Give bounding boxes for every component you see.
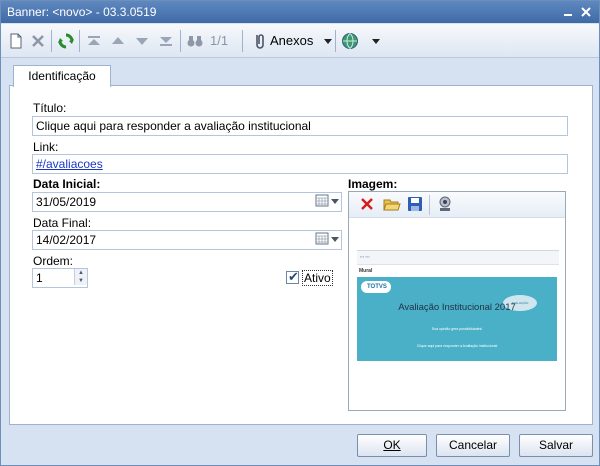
delete-icon[interactable] xyxy=(29,32,47,50)
title-field[interactable]: Clique aqui para responder a avaliação i… xyxy=(32,116,568,136)
banner-title: Avaliação Institucional 2017 xyxy=(398,302,516,313)
end-date-picker[interactable]: 14/02/2017 xyxy=(32,230,342,250)
next-record-icon[interactable] xyxy=(133,32,151,50)
start-date-field[interactable]: 31/05/2019 xyxy=(32,192,342,212)
active-checkbox[interactable]: ✔ xyxy=(286,269,299,284)
save-button[interactable]: Salvar xyxy=(519,434,593,457)
link-label: Link: xyxy=(33,140,59,154)
toolbar-separator xyxy=(180,30,181,52)
order-label: Ordem: xyxy=(33,254,74,268)
active-label[interactable]: Ativo xyxy=(302,270,333,286)
image-label: Imagem: xyxy=(348,177,398,191)
toolbar-separator xyxy=(51,30,52,52)
dialog-window: Banner: <novo> - 03.3.0519 1/1 Anexos Id… xyxy=(0,0,600,466)
binoculars-icon[interactable] xyxy=(186,32,204,50)
toolbar-separator xyxy=(335,30,336,52)
globe-icon[interactable] xyxy=(341,32,359,50)
end-date-field[interactable]: 14/02/2017 xyxy=(32,230,342,250)
form-panel: Título: Clique aqui para responder a ava… xyxy=(9,85,593,425)
image-toolbar xyxy=(349,192,565,218)
content-area: Identificação Título: Clique aqui para r… xyxy=(9,63,593,425)
chevron-down-icon[interactable] xyxy=(367,32,385,50)
order-stepper[interactable]: 1 ▲ ▼ xyxy=(32,268,88,288)
totvs-logo: TOTVS xyxy=(361,281,391,293)
last-record-icon[interactable] xyxy=(157,32,175,50)
preview-banner: TOTVS AVALIAÇÃO Avaliação Institucional … xyxy=(357,277,557,361)
spin-buttons[interactable]: ▲ ▼ xyxy=(74,269,87,285)
end-date-label: Data Final: xyxy=(33,216,92,230)
image-preview: ▪▪▪ ▪▪▪ Mural TOTVS AVALIAÇÃO Avaliação … xyxy=(357,250,559,361)
tab-identificacao[interactable]: Identificação xyxy=(13,65,111,87)
refresh-icon[interactable] xyxy=(57,32,75,50)
toolbar-separator xyxy=(79,30,80,52)
toolbar-separator xyxy=(429,195,430,215)
start-date-label: Data Inicial: xyxy=(33,177,101,191)
title-label: Título: xyxy=(33,101,67,115)
previous-record-icon[interactable] xyxy=(109,32,127,50)
start-date-picker[interactable]: 31/05/2019 xyxy=(32,192,342,212)
remove-image-icon[interactable] xyxy=(359,196,375,215)
calendar-icon[interactable] xyxy=(314,194,340,208)
ok-label: OK xyxy=(383,438,401,452)
first-record-icon[interactable] xyxy=(85,32,103,50)
spin-up-icon[interactable]: ▲ xyxy=(75,269,87,277)
window-title: Banner: <novo> - 03.3.0519 xyxy=(7,5,157,19)
preview-section-title: Mural xyxy=(359,268,373,274)
close-icon[interactable] xyxy=(579,5,593,19)
toolbar-separator xyxy=(242,30,243,52)
banner-subtitle: Sua opinião gera possibilidades! xyxy=(431,327,483,331)
title-bar: Banner: <novo> - 03.3.0519 xyxy=(1,1,599,23)
preview-header: ▪▪▪ ▪▪▪ xyxy=(357,251,559,265)
open-folder-icon[interactable] xyxy=(383,196,401,215)
new-doc-icon[interactable] xyxy=(7,32,25,50)
banner-cta: Clique aqui para responder a Avaliação I… xyxy=(416,344,498,348)
webcam-icon[interactable] xyxy=(437,196,453,215)
spin-down-icon[interactable]: ▼ xyxy=(75,277,87,285)
cancel-label: Cancelar xyxy=(448,438,498,452)
save-label: Salvar xyxy=(538,438,573,452)
paperclip-icon[interactable] xyxy=(250,32,268,50)
checkmark-icon: ✔ xyxy=(288,269,299,284)
ok-button[interactable]: OK xyxy=(357,434,427,457)
save-icon[interactable] xyxy=(407,196,423,215)
image-panel: ▪▪▪ ▪▪▪ Mural TOTVS AVALIAÇÃO Avaliação … xyxy=(348,191,566,411)
page-indicator: 1/1 xyxy=(210,33,229,48)
attachments-label[interactable]: Anexos xyxy=(270,33,313,48)
cancel-button[interactable]: Cancelar xyxy=(436,434,510,457)
link-field[interactable]: #/avaliacoes xyxy=(32,154,568,174)
toolbar: 1/1 Anexos xyxy=(1,24,599,58)
calendar-icon[interactable] xyxy=(314,232,340,246)
minimize-icon[interactable] xyxy=(561,5,575,19)
